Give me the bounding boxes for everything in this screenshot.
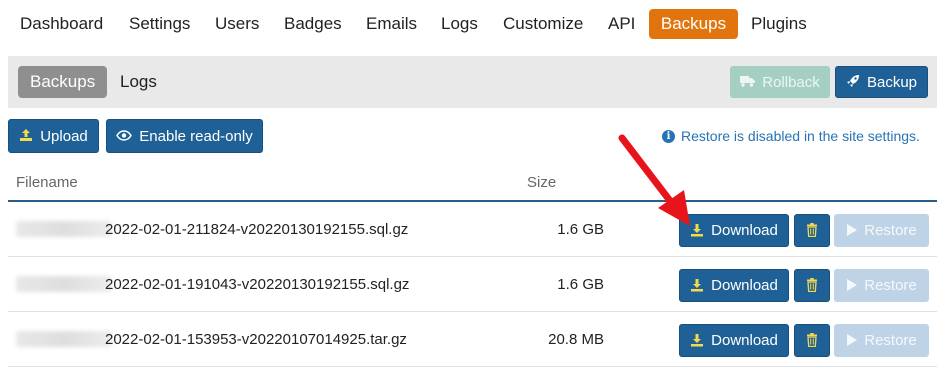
- rollback-button[interactable]: Rollback: [730, 66, 830, 98]
- tab-logs[interactable]: Logs: [431, 9, 488, 39]
- eye-icon: [116, 129, 133, 143]
- column-filename: Filename: [16, 174, 78, 191]
- annotation-arrow-icon: [618, 134, 690, 226]
- row-size: 1.6 GB: [557, 221, 604, 238]
- tab-settings[interactable]: Settings: [119, 9, 200, 39]
- trash-icon: [806, 332, 818, 349]
- enable-read-only-label: Enable read-only: [139, 127, 253, 145]
- tab-dashboard[interactable]: Dashboard: [10, 9, 113, 39]
- rollback-label: Rollback: [762, 73, 820, 91]
- backups-table-header: Filename Size: [8, 168, 937, 202]
- play-icon: [846, 333, 858, 348]
- table-row: 2022-02-01-211824-v20220130192155.sql.gz…: [8, 203, 937, 257]
- tab-plugins[interactable]: Plugins: [741, 9, 817, 39]
- backup-button[interactable]: Backup: [835, 66, 928, 98]
- redacted-filename-prefix: [16, 331, 112, 347]
- restore-button[interactable]: Restore: [834, 214, 929, 247]
- tab-customize[interactable]: Customize: [493, 9, 593, 39]
- subtab-logs[interactable]: Logs: [108, 66, 169, 98]
- tab-badges[interactable]: Badges: [274, 9, 352, 39]
- trash-icon: [806, 222, 818, 239]
- enable-read-only-button[interactable]: Enable read-only: [106, 119, 263, 153]
- row-filename: 2022-02-01-153953-v20220107014925.tar.gz: [105, 331, 407, 348]
- admin-top-nav: Dashboard Settings Users Badges Emails L…: [0, 0, 947, 48]
- download-icon: [690, 333, 704, 349]
- download-label: Download: [711, 332, 778, 349]
- column-size: Size: [527, 174, 557, 191]
- restore-button[interactable]: Restore: [834, 324, 929, 357]
- tab-backups[interactable]: Backups: [649, 9, 738, 39]
- redacted-filename-prefix: [16, 276, 112, 292]
- subtab-backups[interactable]: Backups: [18, 66, 108, 98]
- download-button[interactable]: Download: [679, 269, 789, 302]
- row-size: 1.6 GB: [557, 276, 604, 293]
- redacted-filename-prefix: [16, 221, 112, 237]
- restore-label: Restore: [864, 332, 917, 349]
- table-row: 2022-02-01-153953-v20220107014925.tar.gz…: [8, 313, 937, 367]
- download-icon: [690, 278, 704, 294]
- download-button[interactable]: Download: [679, 324, 789, 357]
- restore-label: Restore: [864, 222, 917, 239]
- download-label: Download: [711, 222, 778, 239]
- tab-users[interactable]: Users: [205, 9, 269, 39]
- tab-emails[interactable]: Emails: [356, 9, 427, 39]
- row-size: 20.8 MB: [548, 331, 604, 348]
- play-icon: [846, 278, 858, 293]
- delete-button[interactable]: [794, 214, 830, 247]
- truck-icon: [740, 75, 756, 89]
- row-filename: 2022-02-01-191043-v20220130192155.sql.gz: [105, 276, 410, 293]
- backup-label: Backup: [866, 73, 918, 91]
- delete-button[interactable]: [794, 324, 830, 357]
- trash-icon: [806, 277, 818, 294]
- upload-label: Upload: [40, 127, 88, 145]
- restore-label: Restore: [864, 277, 917, 294]
- restore-disabled-text: Restore is disabled in the site settings…: [681, 128, 920, 144]
- backups-sub-nav: Backups Logs Rollback Backup: [8, 56, 937, 108]
- table-row: 2022-02-01-191043-v20220130192155.sql.gz…: [8, 258, 937, 312]
- rocket-icon: [846, 74, 860, 90]
- delete-button[interactable]: [794, 269, 830, 302]
- upload-button[interactable]: Upload: [8, 119, 99, 153]
- restore-button[interactable]: Restore: [834, 269, 929, 302]
- tab-api[interactable]: API: [598, 9, 645, 39]
- row-filename: 2022-02-01-211824-v20220130192155.sql.gz: [105, 221, 409, 238]
- play-icon: [846, 223, 858, 238]
- upload-icon: [19, 128, 33, 144]
- download-label: Download: [711, 277, 778, 294]
